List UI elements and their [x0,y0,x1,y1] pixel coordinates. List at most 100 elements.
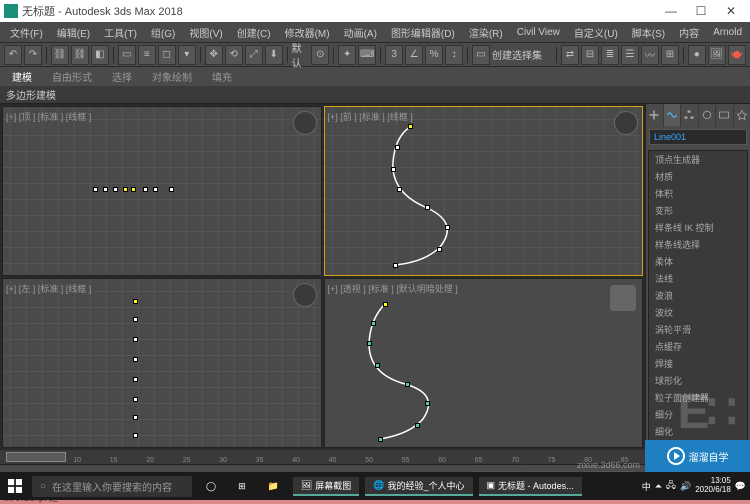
scale-button[interactable]: ⤢ [245,45,263,65]
align-button[interactable]: ⊟ [581,45,599,65]
modifier-item[interactable]: 法线 [649,270,747,287]
link-button[interactable]: ⛓ [51,45,69,65]
task-cortana[interactable]: ◯ [198,479,224,494]
tray-icon[interactable]: ⏶ [655,481,662,492]
modify-tab[interactable] [664,104,681,126]
tab-freeform[interactable]: 自由形式 [48,67,96,86]
named-sel-button[interactable]: ▭ [472,45,490,65]
menu-view[interactable]: 视图(V) [183,23,228,42]
move-button[interactable]: ✥ [205,45,223,65]
named-selection-dropdown[interactable]: 创建选择集 [492,47,552,62]
ime-indicator[interactable]: 中 [642,480,651,493]
viewport-left[interactable]: [+] [左 ] [标准 ] [线框 ] [2,278,322,448]
notifications-icon[interactable]: 💬 [735,481,746,492]
spinner-snap-button[interactable]: ↕ [445,45,463,65]
render-button[interactable]: 🫖 [728,45,746,65]
viewport-label-front[interactable]: [+] [前 ] [标准 ] [线框 ] [328,110,413,123]
select-region-button[interactable]: ◻ [158,45,176,65]
pivot-button[interactable]: ⊙ [311,45,329,65]
layers-button[interactable]: ≣ [601,45,619,65]
task-screenshot[interactable]: 🖼 屏幕截图 [293,477,359,496]
modifier-item[interactable]: 样条线 IK 控制 [649,219,747,236]
ribbon-poly-modeling[interactable]: 多边形建模 [6,87,56,102]
modifier-item[interactable]: 材质 [649,168,747,185]
motion-tab[interactable] [699,104,716,126]
modifier-item[interactable]: 波浪 [649,287,747,304]
modifier-item[interactable]: 体积 [649,185,747,202]
tab-modeling[interactable]: 建模 [8,67,36,86]
rotate-button[interactable]: ⟲ [225,45,243,65]
modifier-item[interactable]: 点缓存 [649,338,747,355]
menu-create[interactable]: 创建(C) [231,23,277,42]
viewport-front[interactable]: [+] [前 ] [标准 ] [线框 ] [324,106,644,276]
viewcube-front[interactable] [614,111,638,135]
time-slider-thumb[interactable] [6,452,66,462]
modifier-item[interactable]: 变形 [649,202,747,219]
render-setup-button[interactable]: 🖼 [708,45,726,65]
tab-populate[interactable]: 填充 [208,67,236,86]
percent-snap-button[interactable]: % [425,45,443,65]
tab-object-paint[interactable]: 对象绘制 [148,67,196,86]
maximize-button[interactable]: ☐ [686,2,716,20]
start-button[interactable] [4,475,26,497]
redo-button[interactable]: ↷ [24,45,42,65]
material-editor-button[interactable]: ● [688,45,706,65]
menu-content[interactable]: 内容 [673,23,705,42]
scene-explorer-button[interactable]: ☰ [621,45,639,65]
volume-icon[interactable]: 🔊 [680,481,691,492]
modifier-item[interactable]: 样条线选择 [649,236,747,253]
curve-editor-button[interactable]: 〰 [641,45,659,65]
viewcube-perspective[interactable] [610,285,636,311]
task-browser[interactable]: 🌐 我的经验_个人中心 [365,477,472,496]
modifier-item[interactable]: 焊接 [649,355,747,372]
viewport-label-top[interactable]: [+] [顶 ] [标准 ] [线框 ] [6,110,91,123]
clock[interactable]: 13:05 2020/6/18 [695,477,731,495]
mirror-button[interactable]: ⇄ [561,45,579,65]
viewport-perspective[interactable]: [+] [透视 ] [标准 ] [默认明暗处理 ] [324,278,644,448]
manipulate-button[interactable]: ✦ [338,45,356,65]
menu-group[interactable]: 组(G) [145,23,181,42]
task-taskview[interactable]: ⊞ [230,479,254,494]
viewport-top[interactable]: [+] [顶 ] [标准 ] [线框 ] [2,106,322,276]
tab-selection[interactable]: 选择 [108,67,136,86]
menu-script[interactable]: 脚本(S) [626,23,671,42]
system-tray[interactable]: 中 ⏶ 🖧 🔊 13:05 2020/6/18 💬 [642,477,746,495]
hierarchy-tab[interactable] [681,104,698,126]
viewport-label-persp[interactable]: [+] [透视 ] [标准 ] [默认明暗处理 ] [328,282,458,295]
network-icon[interactable]: 🖧 [666,478,676,494]
minimize-button[interactable]: — [656,2,686,20]
menu-graph-editor[interactable]: 图形编辑器(D) [385,23,461,42]
task-3dsmax[interactable]: ▣ 无标题 - Autodes... [479,477,582,496]
filter-button[interactable]: ▾ [178,45,196,65]
display-tab[interactable] [716,104,733,126]
task-explorer[interactable]: 📁 [260,479,287,494]
angle-snap-button[interactable]: ∠ [405,45,423,65]
undo-button[interactable]: ↶ [4,45,22,65]
placement-button[interactable]: ⬇ [265,45,283,65]
viewcube-top[interactable] [293,111,317,135]
snap-toggle-button[interactable]: 3 [385,45,403,65]
menu-edit[interactable]: 编辑(E) [51,23,96,42]
menu-file[interactable]: 文件(F) [4,23,49,42]
create-tab[interactable] [646,104,663,126]
unlink-button[interactable]: ⛓ [71,45,89,65]
close-button[interactable]: ✕ [716,2,746,20]
coord-system-dropdown[interactable]: 默认 [292,40,310,70]
utilities-tab[interactable] [734,104,750,126]
menu-tools[interactable]: 工具(T) [98,23,143,42]
modifier-item[interactable]: 柔体 [649,253,747,270]
bind-button[interactable]: ◧ [91,45,109,65]
modifier-item[interactable]: 波纹 [649,304,747,321]
viewcube-left[interactable] [293,283,317,307]
modifier-item[interactable]: 涡轮平滑 [649,321,747,338]
modifier-item[interactable]: 顶点生成器 [649,151,747,168]
menu-render[interactable]: 渲染(R) [463,23,509,42]
schematic-button[interactable]: ⊞ [661,45,679,65]
select-button[interactable]: ▭ [118,45,136,65]
taskbar-search[interactable]: ○ 在这里输入你要搜索的内容 [32,476,192,497]
select-name-button[interactable]: ≡ [138,45,156,65]
viewport-label-left[interactable]: [+] [左 ] [标准 ] [线框 ] [6,282,91,295]
menu-animation[interactable]: 动画(A) [338,23,383,42]
menu-arnold[interactable]: Arnold [707,25,748,40]
menu-civilview[interactable]: Civil View [511,25,566,40]
